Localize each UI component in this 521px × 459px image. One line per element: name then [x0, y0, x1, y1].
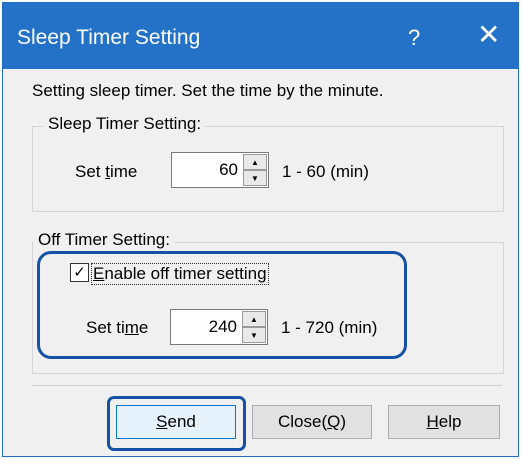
sleep-time-range: 1 - 60 (min) — [282, 162, 369, 181]
help-button[interactable]: Help — [388, 405, 500, 439]
sleep-time-up-button[interactable]: ▲ — [243, 154, 267, 170]
off-timer-group-label: Off Timer Setting: — [34, 230, 174, 250]
sleep-time-down-button[interactable]: ▼ — [243, 170, 267, 186]
send-button-highlight — [107, 396, 246, 451]
sleep-time-spinbox[interactable]: 60 ▲ ▼ — [171, 152, 269, 188]
title-bar: Sleep Timer Setting ? ✕ — [3, 3, 518, 69]
separator-line — [32, 385, 502, 386]
sleep-set-time-label: Set time — [75, 162, 138, 181]
off-timer-highlight — [37, 251, 407, 359]
sleep-time-value[interactable]: 60 — [219, 160, 238, 180]
sleep-timer-group-label: Sleep Timer Setting: — [44, 114, 206, 134]
sleep-time-spin-buttons: ▲ ▼ — [243, 154, 267, 186]
dialog-title: Sleep Timer Setting — [17, 26, 201, 49]
close-icon[interactable]: ✕ — [477, 21, 500, 49]
help-icon[interactable]: ? — [408, 25, 420, 51]
close-button[interactable]: Close(Q) — [252, 405, 372, 439]
description-text: Setting sleep timer. Set the time by the… — [32, 81, 384, 100]
